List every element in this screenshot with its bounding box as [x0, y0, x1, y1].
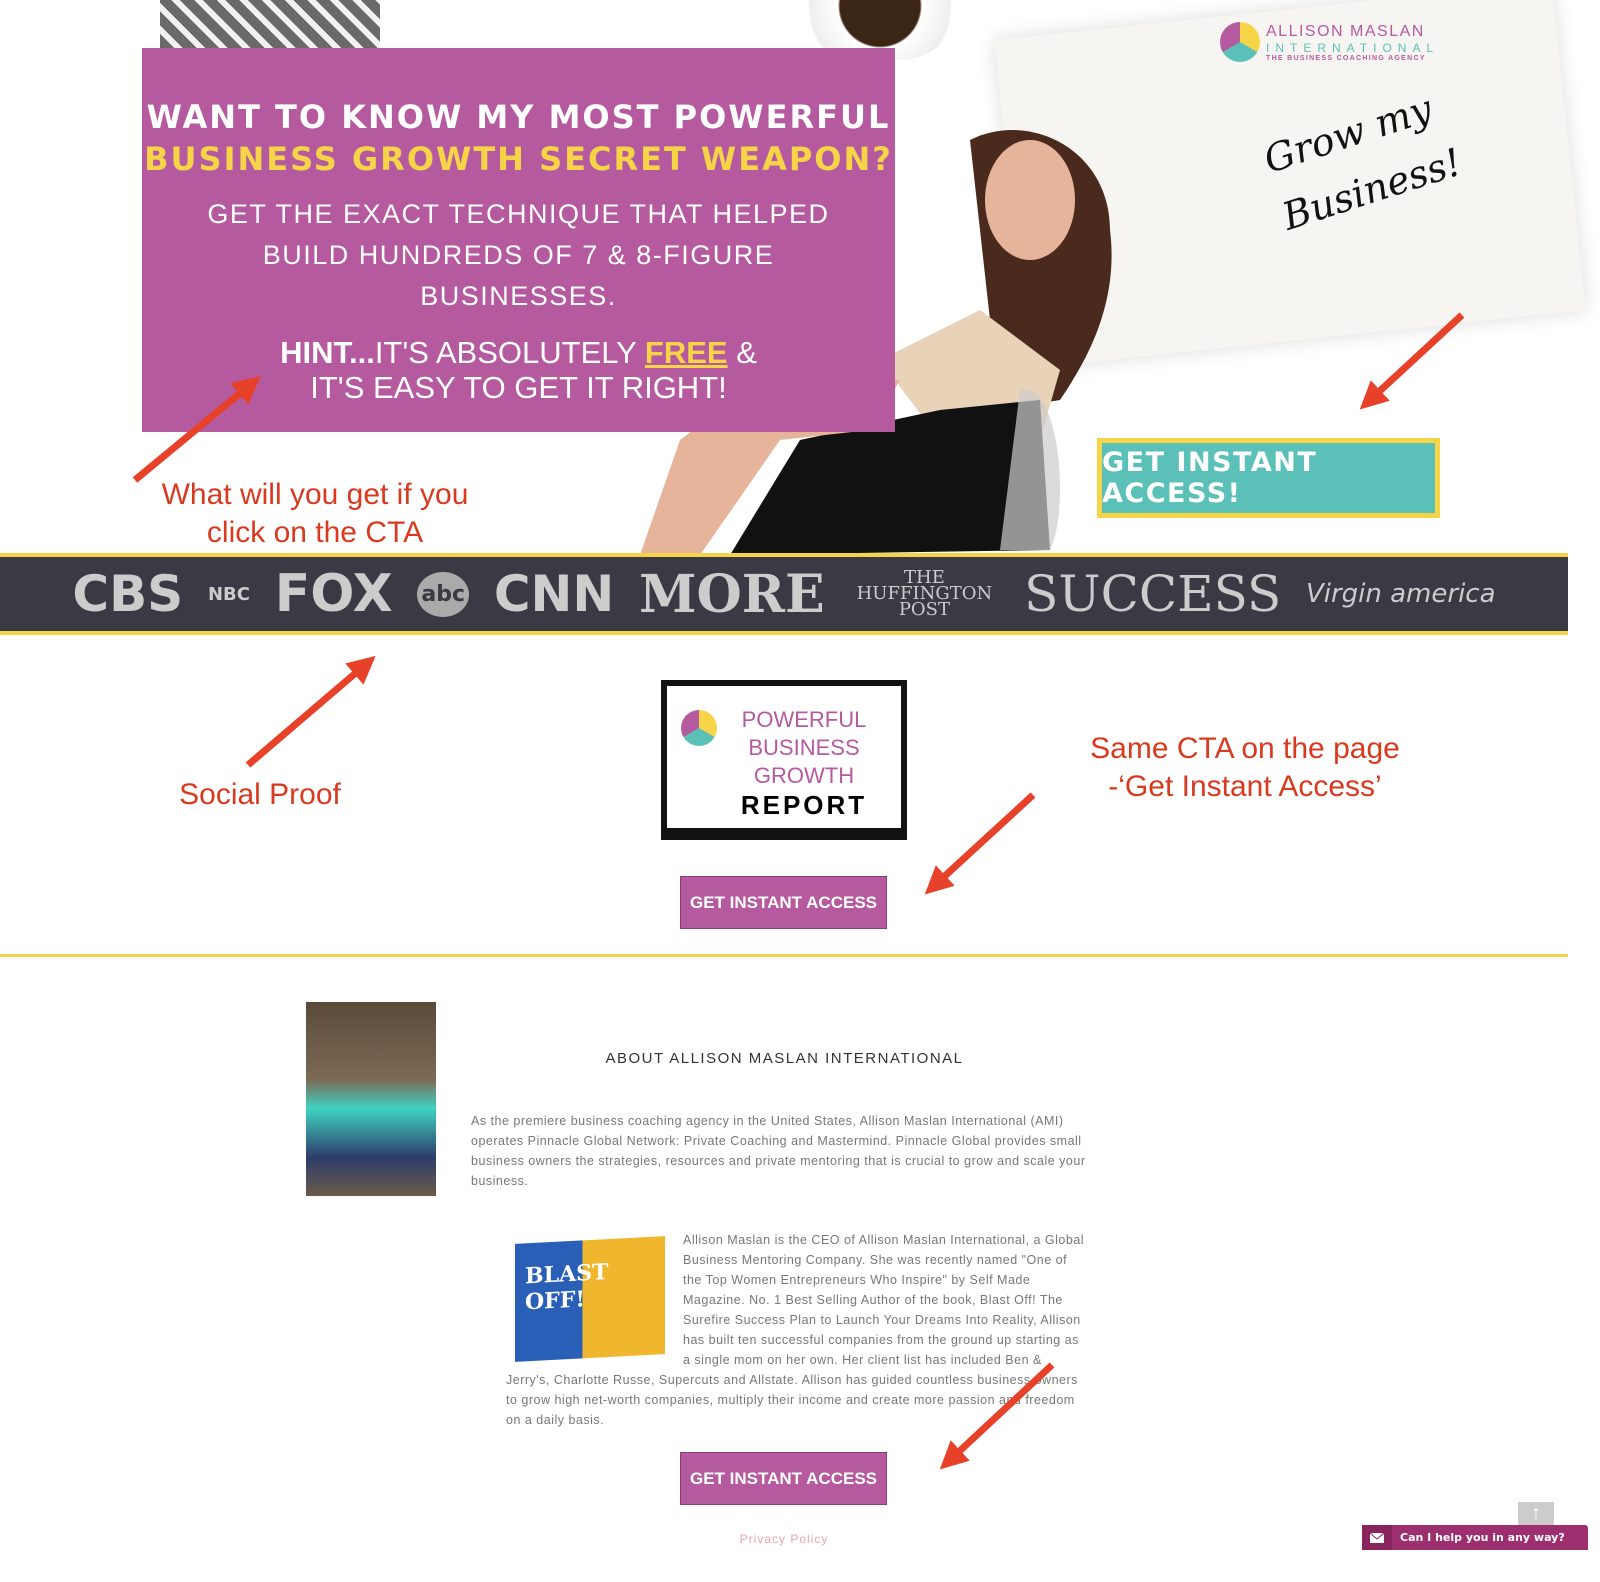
arrow-icon [939, 1362, 1055, 1470]
arrow-icon [245, 655, 376, 768]
arrow-icon [132, 376, 261, 483]
annotation-arrows [132, 312, 1465, 1470]
arrow-icon [924, 792, 1036, 895]
arrow-icon [1359, 312, 1465, 410]
